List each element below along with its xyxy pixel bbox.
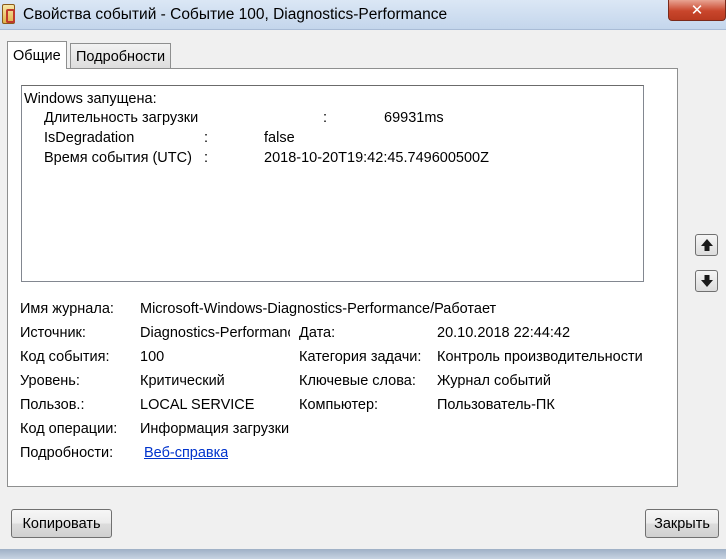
event-description-box[interactable]: Windows запущена: Длительность загрузки … <box>21 85 644 282</box>
description-separator: : <box>204 130 209 146</box>
copy-button[interactable]: Копировать <box>11 509 112 538</box>
user-label: Пользов.: <box>20 397 85 413</box>
keywords-value: Журнал событий <box>437 373 551 389</box>
log-name-value: Microsoft-Windows-Diagnostics-Performanc… <box>140 301 497 317</box>
web-help-link[interactable]: Веб-справка <box>144 445 228 461</box>
title-bar: Свойства событий - Событие 100, Diagnost… <box>0 0 726 30</box>
arrow-down-icon <box>700 275 713 287</box>
window-close-button[interactable]: ✕ <box>668 0 726 21</box>
description-value: false <box>264 130 295 146</box>
task-category-value: Контроль производительности <box>437 349 643 365</box>
taskbar-strip <box>0 549 726 559</box>
date-label: Дата: <box>299 325 336 341</box>
keywords-label: Ключевые слова: <box>299 373 416 389</box>
description-value: 69931ms <box>384 110 444 126</box>
description-key: Время события (UTC) <box>44 150 192 166</box>
window-title: Свойства событий - Событие 100, Diagnost… <box>23 6 448 23</box>
description-key: Длительность загрузки <box>44 110 199 126</box>
level-value: Критический <box>140 373 225 389</box>
opcode-value: Информация загрузки <box>140 421 290 437</box>
date-value: 20.10.2018 22:44:42 <box>437 325 571 341</box>
description-separator: : <box>323 110 328 126</box>
task-category-label: Категория задачи: <box>299 349 422 365</box>
close-button[interactable]: Закрыть <box>645 509 719 538</box>
source-label: Источник: <box>20 325 86 341</box>
level-label: Уровень: <box>20 373 80 389</box>
next-event-button[interactable] <box>695 270 718 292</box>
description-value: 2018-10-20T19:42:45.749600500Z <box>264 150 489 166</box>
user-value: LOCAL SERVICE <box>140 397 255 413</box>
event-id-value: 100 <box>140 349 165 365</box>
event-viewer-icon <box>2 4 15 24</box>
event-id-label: Код события: <box>20 349 110 365</box>
tab-general[interactable]: Общие <box>7 41 67 69</box>
computer-value: Пользователь-ПК <box>437 397 555 413</box>
log-name-label: Имя журнала: <box>20 301 114 317</box>
tab-details[interactable]: Подробности <box>70 43 172 69</box>
arrow-up-icon <box>700 239 713 251</box>
computer-label: Компьютер: <box>299 397 379 413</box>
description-separator: : <box>204 150 209 166</box>
description-heading: Windows запущена: <box>24 91 157 107</box>
opcode-label: Код операции: <box>20 421 118 437</box>
source-value: Diagnostics-Performance <box>140 325 290 341</box>
previous-event-button[interactable] <box>695 234 718 256</box>
description-key: IsDegradation <box>44 130 135 146</box>
more-info-label: Подробности: <box>20 445 114 461</box>
